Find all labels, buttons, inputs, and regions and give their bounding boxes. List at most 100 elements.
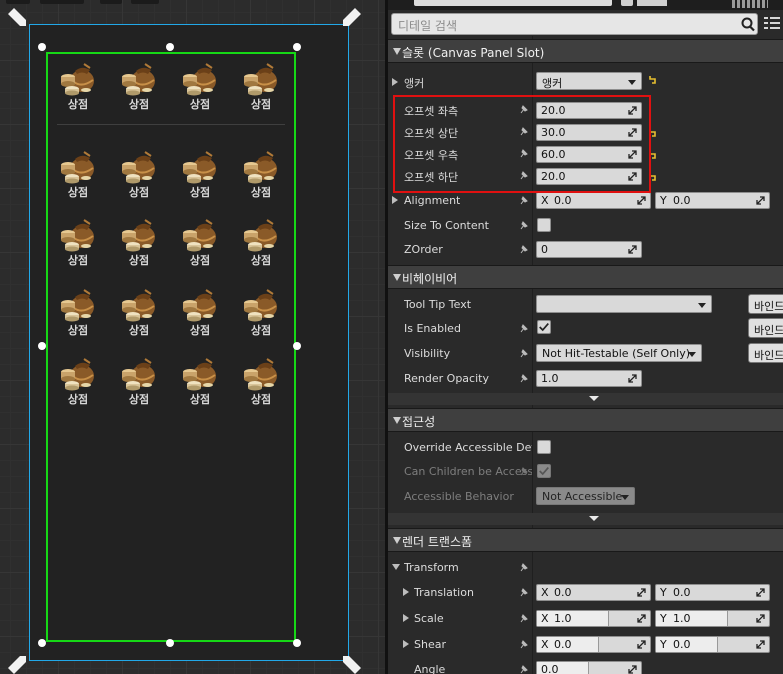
- shop-grid-item[interactable]: 상점: [117, 357, 161, 413]
- pin-icon[interactable]: [518, 194, 530, 206]
- anchor-corner-icon[interactable]: [343, 656, 361, 674]
- selected-widget-outline[interactable]: [46, 52, 296, 642]
- resize-handle[interactable]: [166, 43, 174, 51]
- shop-grid-item[interactable]: 상점: [178, 357, 222, 413]
- shop-bag-icon: [61, 219, 94, 252]
- shop-grid-item[interactable]: 상점: [239, 288, 283, 344]
- shop-grid-item[interactable]: 상점: [117, 288, 161, 344]
- shop-item-label: 상점: [189, 393, 211, 406]
- shop-item-label: 상점: [128, 186, 150, 199]
- shop-grid-item[interactable]: 상점: [117, 218, 161, 274]
- shop-grid-item[interactable]: 상점: [178, 288, 222, 344]
- visibility-bind-button[interactable]: 바인드: [748, 343, 783, 363]
- shop-bag-icon: [183, 151, 216, 184]
- shop-grid-item[interactable]: 상점: [56, 150, 100, 206]
- viewport-tab-stub: [40, 0, 84, 4]
- tooltip-bind-button[interactable]: 바인드: [748, 294, 783, 314]
- shop-bag-icon: [244, 289, 277, 322]
- shop-grid-item[interactable]: 상점: [56, 357, 100, 413]
- viewport-tab-stub: [100, 0, 122, 4]
- shop-bag-icon: [244, 63, 277, 96]
- grid-view-icon[interactable]: [762, 14, 782, 34]
- expand-arrow-icon[interactable]: [403, 640, 409, 648]
- shop-grid-item[interactable]: 상점: [56, 288, 100, 344]
- scale-y-field[interactable]: Y 1.0: [655, 610, 770, 627]
- section-behavior[interactable]: 비헤이비어: [388, 265, 783, 289]
- translation-y-field[interactable]: Y 0.0: [655, 584, 770, 601]
- shop-item-label: 상점: [189, 324, 211, 337]
- shop-item-label: 상점: [250, 98, 272, 111]
- shop-grid-item[interactable]: 상점: [239, 357, 283, 413]
- reset-arrow-icon[interactable]: [649, 75, 657, 85]
- pin-icon[interactable]: [518, 243, 530, 255]
- pin-icon[interactable]: [518, 219, 530, 231]
- anchor-corner-icon[interactable]: [8, 8, 26, 26]
- shop-grid-item[interactable]: 상점: [117, 150, 161, 206]
- size-to-content-checkbox[interactable]: [537, 218, 551, 232]
- search-icon[interactable]: [739, 16, 757, 33]
- collapse-arrow-icon: [393, 537, 401, 544]
- advanced-expander[interactable]: [388, 513, 783, 525]
- shop-bag-icon: [122, 289, 155, 322]
- section-accessibility[interactable]: 접근성: [388, 408, 783, 432]
- is-enabled-checkbox[interactable]: [537, 320, 551, 334]
- expand-arrow-icon[interactable]: [403, 614, 409, 622]
- shop-item-label: 상점: [250, 186, 272, 199]
- pin-icon[interactable]: [518, 372, 530, 384]
- shop-grid-item[interactable]: 상점: [117, 62, 161, 118]
- expand-arrow-icon[interactable]: [392, 78, 398, 86]
- shop-grid-item[interactable]: 상점: [178, 62, 222, 118]
- shear-x-field[interactable]: X 0.0: [536, 636, 651, 653]
- alignment-x-field[interactable]: X 0.0: [536, 192, 651, 209]
- accessible-behavior-dropdown: Not Accessible: [536, 487, 635, 505]
- resize-handle[interactable]: [293, 342, 301, 350]
- translation-x-field[interactable]: X 0.0: [536, 584, 651, 601]
- angle-field[interactable]: 0.0: [536, 661, 642, 674]
- pin-icon[interactable]: [518, 347, 530, 359]
- collapse-arrow-icon[interactable]: [392, 564, 400, 570]
- anchor-dropdown[interactable]: 앵커: [536, 72, 642, 90]
- tooltip-text-field[interactable]: [536, 295, 712, 313]
- pin-icon[interactable]: [518, 612, 530, 624]
- anchor-corner-icon[interactable]: [343, 8, 361, 26]
- visibility-dropdown[interactable]: Not Hit-Testable (Self Only): [536, 344, 702, 362]
- anchor-corner-icon[interactable]: [8, 656, 26, 674]
- render-opacity-field[interactable]: 1.0: [536, 370, 642, 387]
- alignment-y-field[interactable]: Y 0.0: [655, 192, 770, 209]
- resize-handle[interactable]: [293, 639, 301, 647]
- shop-grid-item[interactable]: 상점: [178, 150, 222, 206]
- accessible-behavior-label: Accessible Behavior: [404, 490, 514, 503]
- resize-handle[interactable]: [166, 639, 174, 647]
- pin-icon[interactable]: [518, 561, 530, 573]
- shop-grid-item[interactable]: 상점: [239, 62, 283, 118]
- resize-handle[interactable]: [38, 342, 46, 350]
- details-search-input[interactable]: 디테일 검색: [391, 13, 758, 35]
- pin-icon[interactable]: [518, 663, 530, 674]
- shop-item-label: 상점: [67, 186, 89, 199]
- shop-grid-item[interactable]: 상점: [56, 62, 100, 118]
- expand-arrow-icon[interactable]: [403, 588, 409, 596]
- shop-bag-icon: [183, 289, 216, 322]
- shop-grid-item[interactable]: 상점: [239, 150, 283, 206]
- pin-icon[interactable]: [518, 586, 530, 598]
- resize-handle[interactable]: [38, 639, 46, 647]
- resize-handle[interactable]: [38, 43, 46, 51]
- shear-y-field[interactable]: Y 0.0: [655, 636, 770, 653]
- resize-handle[interactable]: [293, 43, 301, 51]
- shop-grid-item[interactable]: 상점: [178, 218, 222, 274]
- zorder-field[interactable]: 0: [536, 241, 642, 258]
- expand-arrow-icon[interactable]: [392, 196, 398, 204]
- shop-grid-item[interactable]: 상점: [56, 218, 100, 274]
- section-render-transform[interactable]: 렌더 트랜스폼: [388, 528, 783, 552]
- override-accessible-checkbox[interactable]: [537, 440, 551, 454]
- pin-icon[interactable]: [518, 322, 530, 334]
- section-canvas-panel-slot[interactable]: 슬롯 (Canvas Panel Slot): [388, 39, 783, 63]
- is-enabled-bind-button[interactable]: 바인드: [748, 318, 783, 338]
- shop-grid-item[interactable]: 상점: [239, 218, 283, 274]
- pin-icon[interactable]: [518, 638, 530, 650]
- advanced-expander[interactable]: [388, 393, 783, 405]
- designer-viewport[interactable]: 상점 상점 상점 상점 상점 상점 상점 상점 상점 상점 상점 상점 상점 상점 상점 상점 상점 상점 상점 상점: [0, 0, 385, 674]
- transform-label: Transform: [404, 561, 459, 574]
- shop-item-label: 상점: [128, 393, 150, 406]
- scale-x-field[interactable]: X 1.0: [536, 610, 651, 627]
